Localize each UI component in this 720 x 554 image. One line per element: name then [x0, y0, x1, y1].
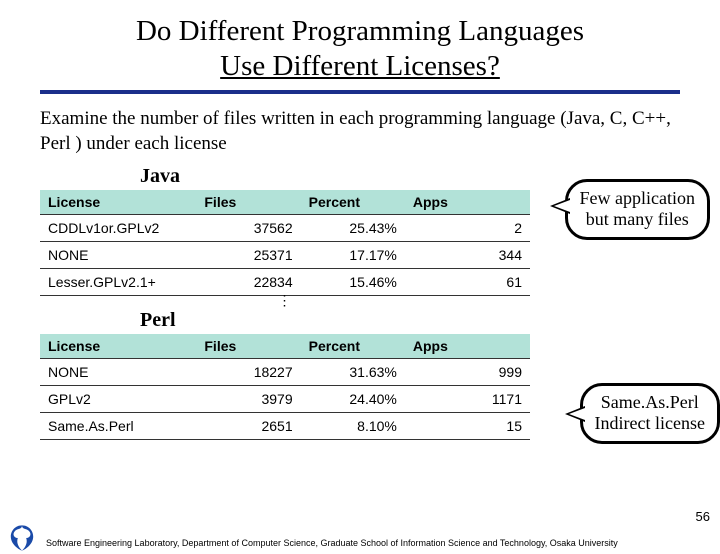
table-header-row: License Files Percent Apps: [40, 190, 530, 215]
cell-percent: 24.40%: [301, 385, 405, 412]
description-text: Examine the number of files written in e…: [40, 106, 680, 157]
cell-license: CDDLv1or.GPLv2: [40, 214, 196, 241]
col-license: License: [40, 190, 196, 215]
callout-few-applications: Few application but many files: [565, 179, 710, 240]
cell-license: NONE: [40, 241, 196, 268]
table-row: Lesser.GPLv2.1+ 22834 15.46% 61: [40, 268, 530, 295]
callout-tail-icon: [550, 198, 570, 214]
cell-files: 18227: [196, 358, 300, 385]
cell-license: Same.As.Perl: [40, 412, 196, 439]
col-files: Files: [196, 334, 300, 359]
cell-files: 3979: [196, 385, 300, 412]
perl-label: Perl: [140, 309, 680, 332]
title-line2: Use Different Licenses?: [220, 50, 500, 82]
table-row: NONE 25371 17.17% 344: [40, 241, 530, 268]
cell-apps: 999: [405, 358, 530, 385]
callout-same-as-perl: Same.As.Perl Indirect license: [580, 383, 720, 444]
callout-line: Same.As.Perl: [601, 392, 699, 412]
footer-text: Software Engineering Laboratory, Departm…: [0, 532, 720, 554]
page-number: 56: [696, 509, 710, 524]
col-apps: Apps: [405, 334, 530, 359]
callout-line: Few application: [580, 188, 695, 208]
cell-files: 22834: [196, 268, 300, 295]
callout-line: but many files: [586, 209, 689, 229]
col-license: License: [40, 334, 196, 359]
table-row: Same.As.Perl 2651 8.10% 15: [40, 412, 530, 439]
table-row: GPLv2 3979 24.40% 1171: [40, 385, 530, 412]
cell-apps: 2: [405, 214, 530, 241]
col-percent: Percent: [301, 190, 405, 215]
cell-apps: 1171: [405, 385, 530, 412]
callout-tail-icon: [565, 406, 585, 422]
cell-license: Lesser.GPLv2.1+: [40, 268, 196, 295]
cell-license: NONE: [40, 358, 196, 385]
slide-title: Do Different Programming Languages Use D…: [40, 14, 680, 94]
cell-apps: 61: [405, 268, 530, 295]
col-files: Files: [196, 190, 300, 215]
cell-percent: 25.43%: [301, 214, 405, 241]
perl-table: License Files Percent Apps NONE 18227 31…: [40, 334, 530, 440]
cell-license: GPLv2: [40, 385, 196, 412]
ellipsis-icon: ⋮: [40, 298, 530, 305]
content-area: Java License Files Percent Apps CDDLv1or…: [40, 165, 680, 440]
table-row: CDDLv1or.GPLv2 37562 25.43% 2: [40, 214, 530, 241]
col-percent: Percent: [301, 334, 405, 359]
table-header-row: License Files Percent Apps: [40, 334, 530, 359]
cell-percent: 8.10%: [301, 412, 405, 439]
title-line1: Do Different Programming Languages: [136, 15, 584, 47]
cell-apps: 15: [405, 412, 530, 439]
cell-files: 37562: [196, 214, 300, 241]
cell-apps: 344: [405, 241, 530, 268]
callout-line: Indirect license: [595, 413, 705, 433]
table-row: NONE 18227 31.63% 999: [40, 358, 530, 385]
cell-files: 2651: [196, 412, 300, 439]
java-table: License Files Percent Apps CDDLv1or.GPLv…: [40, 190, 530, 296]
cell-percent: 31.63%: [301, 358, 405, 385]
cell-percent: 15.46%: [301, 268, 405, 295]
col-apps: Apps: [405, 190, 530, 215]
cell-files: 25371: [196, 241, 300, 268]
cell-percent: 17.17%: [301, 241, 405, 268]
